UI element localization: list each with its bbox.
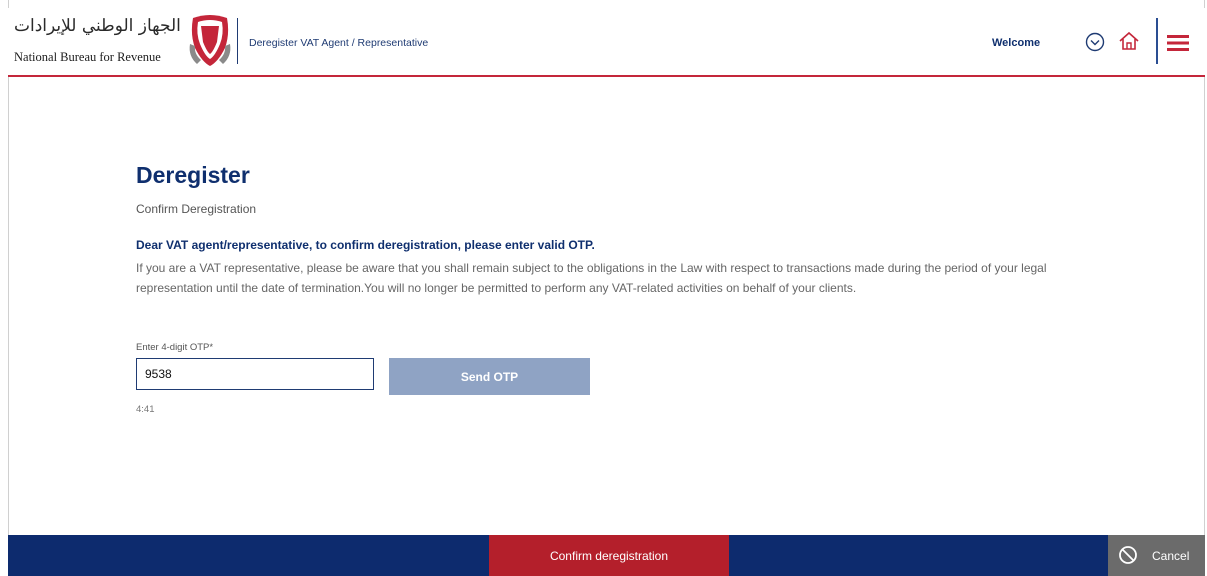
header-divider [237, 18, 238, 64]
confirm-deregistration-button[interactable]: Confirm deregistration [489, 535, 729, 576]
otp-label: Enter 4-digit OTP* [136, 342, 214, 353]
action-bar: Confirm deregistration Cancel [8, 535, 1205, 576]
cancel-button[interactable]: Cancel [1108, 535, 1205, 576]
nbr-logo[interactable]: الجهاز الوطني للإيرادات National Bureau … [12, 14, 232, 70]
notice-body: If you are a VAT representative, please … [136, 261, 1047, 295]
notice-heading: Dear VAT agent/representative, to confir… [136, 238, 595, 252]
otp-input[interactable] [136, 358, 374, 390]
hamburger-menu-icon[interactable] [1167, 34, 1189, 52]
welcome-text: Welcome [992, 37, 1041, 49]
page-breadcrumb: Deregister VAT Agent / Representative [249, 37, 429, 49]
frame-left-border [8, 0, 9, 576]
frame-right-border [1204, 0, 1205, 576]
cancel-label: Cancel [1152, 549, 1190, 563]
emblem-icon [189, 15, 231, 66]
home-icon[interactable] [1118, 30, 1140, 52]
chevron-down-circle-icon[interactable] [1085, 32, 1105, 52]
send-otp-button[interactable]: Send OTP [389, 358, 590, 395]
logo-english-text: National Bureau for Revenue [14, 50, 161, 64]
page-subtitle: Confirm Deregistration [136, 202, 257, 216]
otp-timer: 4:41 [136, 404, 155, 415]
cancel-icon [1119, 546, 1137, 564]
page-title: Deregister [136, 162, 250, 188]
menu-divider [1156, 18, 1158, 64]
logo-arabic-text: الجهاز الوطني للإيرادات [14, 16, 181, 36]
top-header: الجهاز الوطني للإيرادات National Bureau … [8, 8, 1205, 77]
